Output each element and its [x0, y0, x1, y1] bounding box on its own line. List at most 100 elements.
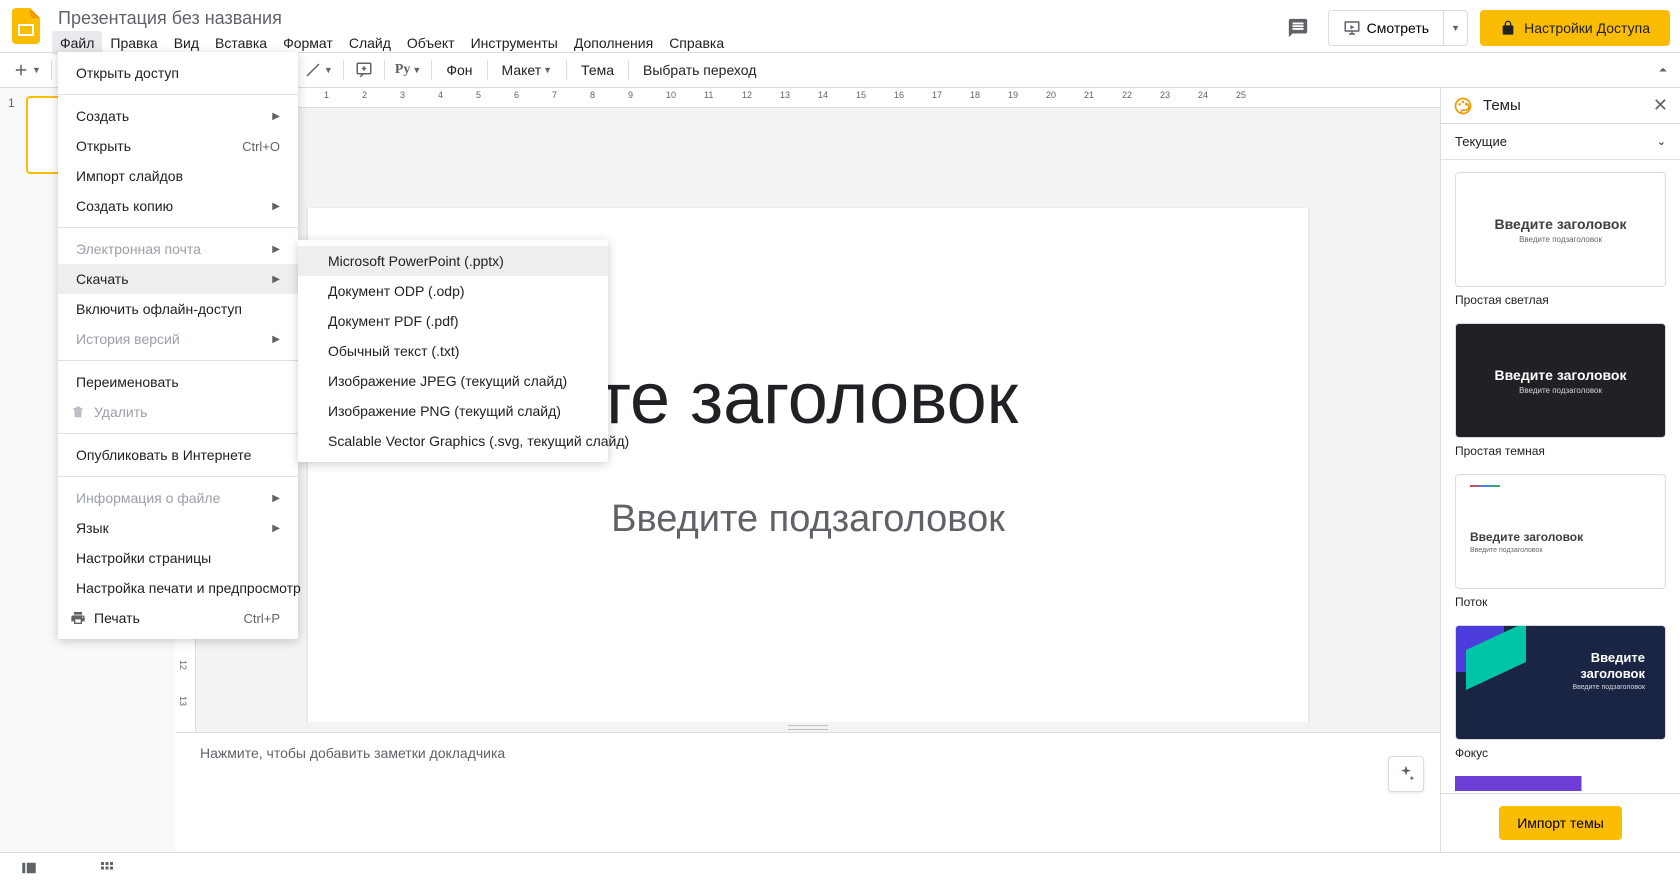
menu-delete: Удалить	[58, 397, 298, 427]
theme-card-focus[interactable]: Введите заголовок Введите подзаголовок Ф…	[1455, 625, 1666, 760]
separator	[487, 60, 488, 80]
canvas-area: 0123456789101112131415161718192021222324…	[176, 88, 1440, 852]
present-icon	[1343, 19, 1361, 37]
menu-open[interactable]: ОткрытьCtrl+O	[58, 131, 298, 161]
comment-tool[interactable]	[350, 56, 378, 84]
theme-card-flow[interactable]: Введите заголовок Введите подзаголовок П…	[1455, 474, 1666, 609]
theme-card-partial[interactable]	[1455, 776, 1666, 791]
ruler-tick: 3	[400, 90, 405, 100]
header-right: Смотреть ▼ Настройки Доступа	[1280, 10, 1670, 46]
new-slide-button[interactable]: ▼	[8, 56, 45, 84]
themes-current-label: Текущие	[1455, 134, 1507, 149]
theme-preview: Введите заголовок Введите подзаголовок	[1455, 625, 1666, 740]
separator	[566, 60, 567, 80]
menu-print-preview[interactable]: Настройка печати и предпросмотр	[58, 573, 298, 603]
line-tool[interactable]: ▼	[300, 56, 337, 84]
menu-publish[interactable]: Опубликовать в Интернете	[58, 440, 298, 470]
transition-button[interactable]: Выбрать переход	[635, 56, 764, 84]
grid-view-icon[interactable]	[98, 859, 116, 877]
ruler-tick: 14	[818, 90, 828, 100]
present-button[interactable]: Смотреть	[1328, 10, 1444, 46]
menu-make-copy[interactable]: Создать копию▶	[58, 191, 298, 221]
menu-download[interactable]: Скачать▶	[58, 264, 298, 294]
ruler-tick: 25	[1236, 90, 1246, 100]
download-odp[interactable]: Документ ODP (.odp)	[298, 276, 608, 306]
trash-icon	[70, 404, 90, 420]
ruler-tick: 24	[1198, 90, 1208, 100]
menu-offline[interactable]: Включить офлайн-доступ	[58, 294, 298, 324]
comments-icon[interactable]	[1280, 10, 1316, 46]
title-area: Презентация без названия Файл Правка Вид…	[52, 6, 1280, 55]
collapse-toolbar-icon[interactable]	[1654, 61, 1672, 79]
layout-button[interactable]: Макет▼	[494, 56, 561, 84]
submenu-arrow-icon: ▶	[272, 274, 280, 285]
slides-logo[interactable]	[8, 8, 44, 44]
submenu-arrow-icon: ▶	[272, 334, 280, 345]
separator	[343, 60, 344, 80]
themes-current-toggle[interactable]: Текущие ⌄	[1441, 124, 1680, 160]
theme-card-light[interactable]: Введите заголовок Введите подзаголовок П…	[1455, 172, 1666, 307]
doc-title[interactable]: Презентация без названия	[52, 6, 1280, 29]
download-png[interactable]: Изображение PNG (текущий слайд)	[298, 396, 608, 426]
file-dropdown: Открыть доступ Создать▶ ОткрытьCtrl+O Им…	[58, 52, 298, 639]
themes-footer: Импорт темы	[1441, 793, 1680, 852]
notes-area[interactable]: Нажмите, чтобы добавить заметки докладчи…	[176, 732, 1440, 852]
separator	[58, 360, 298, 361]
menu-share[interactable]: Открыть доступ	[58, 58, 298, 88]
chevron-down-icon: ▼	[1451, 23, 1460, 33]
explore-button[interactable]	[1388, 756, 1424, 792]
theme-card-dark[interactable]: Введите заголовок Введите подзаголовок П…	[1455, 323, 1666, 458]
download-pdf[interactable]: Документ PDF (.pdf)	[298, 306, 608, 336]
slide-subtitle-placeholder[interactable]: Введите подзаголовок	[358, 498, 1258, 541]
ruler-tick: 19	[1008, 90, 1018, 100]
menu-print[interactable]: ПечатьCtrl+P	[58, 603, 298, 633]
menu-import-slides[interactable]: Импорт слайдов	[58, 161, 298, 191]
ruler-tick: 7	[552, 90, 557, 100]
print-icon	[70, 610, 90, 626]
ruler-tick: 17	[932, 90, 942, 100]
language-tool[interactable]: Ру▼	[391, 56, 425, 84]
ruler-tick: 12	[178, 660, 188, 670]
present-dropdown[interactable]: ▼	[1444, 10, 1468, 46]
ruler-tick: 9	[628, 90, 633, 100]
ruler-tick: 1	[324, 90, 329, 100]
download-txt[interactable]: Обычный текст (.txt)	[298, 336, 608, 366]
background-button[interactable]: Фон	[438, 56, 480, 84]
menu-language[interactable]: Язык▶	[58, 513, 298, 543]
download-submenu: Microsoft PowerPoint (.pptx) Документ OD…	[298, 240, 608, 462]
themes-header: Темы ✕	[1441, 88, 1680, 124]
submenu-arrow-icon: ▶	[272, 244, 280, 255]
themes-panel: Темы ✕ Текущие ⌄ Введите заголовок Введи…	[1440, 88, 1680, 852]
menu-version-history: История версий▶	[58, 324, 298, 354]
notes-resize-handle[interactable]	[176, 722, 1440, 732]
filmstrip-view-icon[interactable]	[20, 859, 38, 877]
download-jpeg[interactable]: Изображение JPEG (текущий слайд)	[298, 366, 608, 396]
separator	[58, 433, 298, 434]
share-label: Настройки Доступа	[1524, 20, 1650, 36]
ruler-tick: 8	[590, 90, 595, 100]
theme-name: Простая темная	[1455, 444, 1666, 458]
ruler-tick: 18	[970, 90, 980, 100]
menu-page-setup[interactable]: Настройки страницы	[58, 543, 298, 573]
download-pptx[interactable]: Microsoft PowerPoint (.pptx)	[298, 246, 608, 276]
download-svg[interactable]: Scalable Vector Graphics (.svg, текущий …	[298, 426, 608, 456]
footer	[0, 852, 1680, 882]
themes-list[interactable]: Введите заголовок Введите подзаголовок П…	[1441, 160, 1680, 793]
menu-rename[interactable]: Переименовать	[58, 367, 298, 397]
ruler-tick: 13	[178, 696, 188, 706]
menu-email: Электронная почта▶	[58, 234, 298, 264]
theme-preview: Введите заголовок Введите подзаголовок	[1455, 323, 1666, 438]
close-icon[interactable]: ✕	[1653, 95, 1668, 116]
theme-name: Поток	[1455, 595, 1666, 609]
ruler-tick: 16	[894, 90, 904, 100]
import-theme-button[interactable]: Импорт темы	[1499, 806, 1622, 840]
ruler-tick: 11	[704, 90, 713, 100]
ruler-tick: 22	[1122, 90, 1132, 100]
ruler-tick: 13	[780, 90, 790, 100]
theme-button[interactable]: Тема	[573, 56, 622, 84]
menu-create[interactable]: Создать▶	[58, 101, 298, 131]
submenu-arrow-icon: ▶	[272, 201, 280, 212]
theme-preview: Введите заголовок Введите подзаголовок	[1455, 474, 1666, 589]
share-button[interactable]: Настройки Доступа	[1480, 10, 1670, 46]
separator	[58, 227, 298, 228]
